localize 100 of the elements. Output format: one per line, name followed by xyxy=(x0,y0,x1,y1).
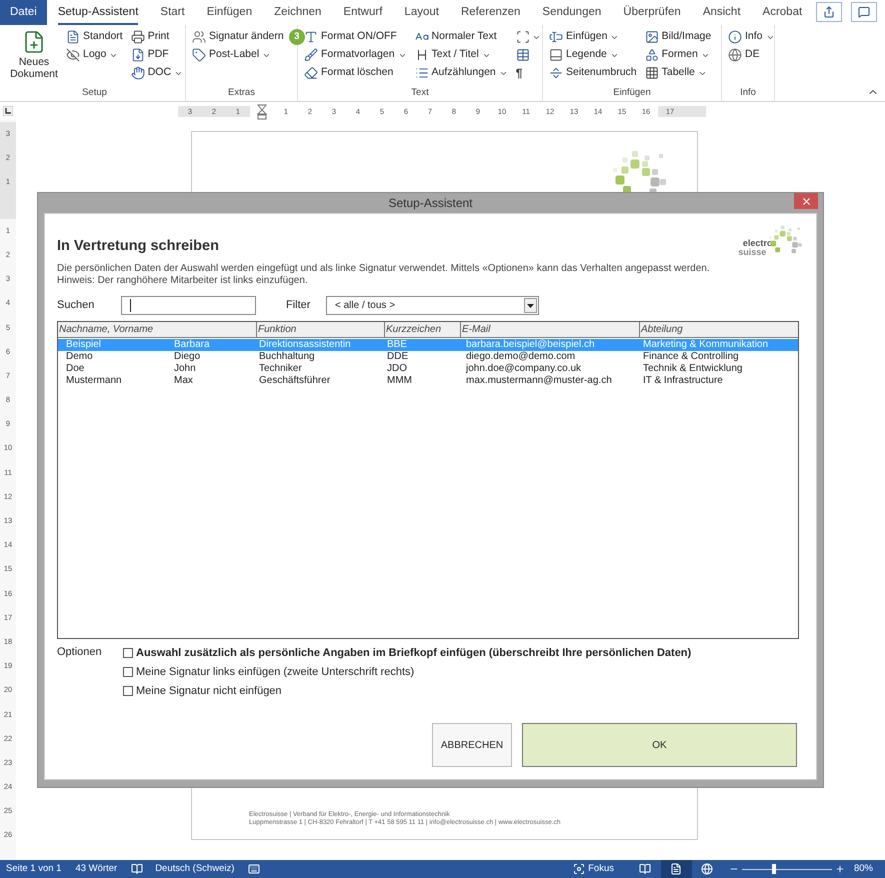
column-header[interactable]: E-Mail xyxy=(461,322,640,337)
table-icon xyxy=(644,66,659,80)
column-header[interactable]: Kurzzeichen xyxy=(385,322,461,337)
letter-icon xyxy=(304,30,318,44)
ribbon-button[interactable]: PDF xyxy=(130,46,184,64)
ruler-margin xyxy=(682,106,706,116)
status-text[interactable]: 43 Wörter xyxy=(75,862,118,876)
ribbon-tab[interactable]: Ansicht xyxy=(702,0,741,25)
ribbon-tab[interactable]: Zeichnen xyxy=(274,0,322,25)
paragraph-mark-button[interactable]: ¶ xyxy=(516,64,541,82)
ribbon-button[interactable]: Legende xyxy=(549,46,637,64)
ribbon-tab[interactable]: Sendungen xyxy=(542,0,602,25)
column-header[interactable]: Funktion xyxy=(257,322,385,337)
filter-dropdown[interactable]: < alle / tous > xyxy=(326,296,539,315)
ribbon-tab[interactable]: Entwurf xyxy=(343,0,382,25)
table-cell-text: Barbara xyxy=(174,339,211,351)
status-text[interactable]: Deutsch (Schweiz) xyxy=(155,862,234,876)
table-row[interactable]: Mustermann Max Geschäftsführer MMM max.mustermann@muster-ag.ch IT & Infrastructure xyxy=(58,375,798,387)
zoom-percentage[interactable]: 80% xyxy=(854,862,873,876)
file-tab[interactable]: Datei xyxy=(0,0,47,25)
description-text: Die persönlichen Daten der Auswahl werden eingefügt und als linke Signatur verwendet. Mittels «Optionen» kann das Verhalten angepasst werden. xyxy=(57,263,711,275)
brush-icon xyxy=(304,48,318,62)
table-cell-text: John xyxy=(174,363,197,375)
ribbon-button[interactable]: Signatur ändern 3 xyxy=(192,28,305,46)
ribbon-button[interactable]: Standort xyxy=(66,28,123,46)
checkbox[interactable] xyxy=(123,686,133,696)
share-button[interactable] xyxy=(816,2,842,22)
ribbon-button[interactable]: Info xyxy=(728,28,775,46)
ribbon-tab[interactable]: Überprüfen xyxy=(623,0,681,25)
ribbon-button[interactable]: Aufzählungen xyxy=(414,64,508,82)
table-cell-text: diego.demo@demo.com xyxy=(465,351,576,363)
filter-label: Filter xyxy=(286,298,312,314)
ribbon-button[interactable]: Formatvorlagen xyxy=(304,46,407,64)
share-icon xyxy=(823,6,835,18)
column-header[interactable]: Nachname, Vorname xyxy=(58,322,257,337)
ribbon-button[interactable]: Post-Label xyxy=(192,46,305,64)
option-checkbox[interactable]: Meine Signatur nicht einfügen xyxy=(123,684,692,698)
group-label: Text xyxy=(410,86,430,100)
document-plus-icon xyxy=(22,30,46,54)
table-cell-text: DDE xyxy=(386,351,410,363)
ribbon-button[interactable]: Format ON/OFF xyxy=(304,28,407,46)
table-row[interactable]: Doe John Techniker JDO john.doe@company.co.uk Technik & Entwicklung xyxy=(58,363,798,375)
zoom-in-icon[interactable] xyxy=(834,864,845,874)
ribbon-button[interactable]: Formen xyxy=(644,46,712,64)
table-cell-text: max.mustermann@muster-ag.ch xyxy=(465,375,613,387)
ok-button[interactable]: OK xyxy=(522,723,797,767)
comment-icon xyxy=(858,6,870,18)
table-row[interactable]: Demo Diego Buchhaltung DDE diego.demo@demo.com Finance & Controlling xyxy=(58,351,798,363)
zoom-slider[interactable] xyxy=(742,864,832,874)
cancel-button[interactable]: ABBRECHEN xyxy=(432,723,512,767)
book-icon[interactable] xyxy=(131,863,144,875)
table-cell-text: Diego xyxy=(174,351,202,363)
text-box-icon xyxy=(516,30,530,44)
ribbon-button[interactable]: Print xyxy=(130,28,184,46)
keyboard-icon[interactable] xyxy=(248,863,260,875)
ribbon-button[interactable]: Tabelle xyxy=(644,64,712,82)
ribbon-tab[interactable]: Referenzen xyxy=(460,0,520,25)
table-cell-text: IT & Infrastructure xyxy=(642,375,724,387)
ribbon-button[interactable]: Text / Titel xyxy=(414,46,508,64)
ribbon-button[interactable]: Einfügen xyxy=(549,28,637,46)
close-button[interactable] xyxy=(794,193,818,209)
close-icon xyxy=(800,196,812,206)
checkbox[interactable] xyxy=(123,667,133,677)
ribbon-tab[interactable]: Setup-Assistent xyxy=(58,0,138,25)
tag-icon xyxy=(192,48,206,62)
table-cell-text: Techniker xyxy=(258,363,303,375)
new-document-button[interactable]: Neues Dokument xyxy=(10,28,58,80)
column-header[interactable]: Abteilung xyxy=(640,322,798,337)
table-cell-text: Marketing & Kommunikation xyxy=(642,339,770,351)
ribbon-tab[interactable]: Acrobat xyxy=(762,0,802,25)
ribbon-button[interactable]: DOC xyxy=(130,64,184,82)
ribbon-button[interactable]: Bild/Image xyxy=(644,28,712,46)
group-label: Info xyxy=(739,86,757,100)
dialog-heading: In Vertretung schreiben xyxy=(57,237,219,255)
slider-thumb[interactable] xyxy=(772,864,776,874)
ribbon-button[interactable]: Format löschen xyxy=(304,64,407,82)
tab-stop-icon[interactable] xyxy=(3,106,13,116)
ribbon-button[interactable]: Normaler Text xyxy=(414,28,508,46)
focus-button[interactable]: Fokus xyxy=(573,862,614,876)
ribbon-button[interactable]: Logo xyxy=(66,46,123,64)
comments-button[interactable] xyxy=(851,2,877,22)
ribbon-tab[interactable]: Start xyxy=(160,0,185,25)
search-field[interactable] xyxy=(121,296,256,315)
description-text: Hinweis: Der ranghöhere Mitarbeiter ist links einzufügen. xyxy=(57,275,309,287)
users-icon xyxy=(192,30,206,44)
dropdown-arrow-icon xyxy=(527,304,534,308)
caption-icon xyxy=(549,48,563,62)
ribbon-button[interactable]: Seitenumbruch xyxy=(549,64,637,82)
option-checkbox[interactable]: Meine Signatur links einfügen (zweite Unterschrift rechts) xyxy=(123,665,692,679)
checkbox[interactable] xyxy=(123,648,133,658)
status-text[interactable]: Seite 1 von 1 xyxy=(6,862,62,876)
option-checkbox[interactable]: Auswahl zusätzlich als persönliche Angaben im Briefkopf einfügen (überschreibt Ihre persönlichen Daten) xyxy=(123,646,692,660)
view-button[interactable] xyxy=(660,860,692,878)
ruler-margin xyxy=(0,194,16,219)
ribbon-tab[interactable]: Layout xyxy=(404,0,439,25)
ribbon-tab[interactable]: Einfügen xyxy=(206,0,252,25)
table-cell-text: Direktionsassistentin xyxy=(258,339,352,351)
ribbon-button[interactable]: DE xyxy=(728,46,775,64)
page-icon xyxy=(670,863,682,875)
count-badge: 3 xyxy=(288,29,305,45)
